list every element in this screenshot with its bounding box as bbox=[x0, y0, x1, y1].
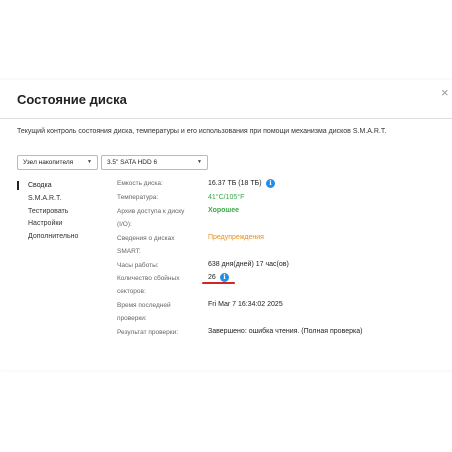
chevron-down-icon: ▼ bbox=[197, 159, 202, 165]
nav-item-smart[interactable]: S.M.A.R.T. bbox=[28, 195, 61, 202]
bad-sectors-value: 26 bbox=[208, 274, 216, 281]
nav-active-indicator bbox=[17, 181, 19, 190]
chevron-down-icon: ▼ bbox=[87, 159, 92, 165]
bad-sectors-info-icon[interactable]: i bbox=[220, 273, 229, 282]
hours-value: 638 дня(дней) 17 час(ов) bbox=[208, 261, 289, 268]
storage-node-select[interactable]: Узел накопителя ▼ bbox=[17, 155, 98, 170]
capacity-label: Емкость диска: bbox=[117, 180, 163, 187]
smart-info-label-cont: SMART: bbox=[117, 248, 141, 255]
nav-item-settings[interactable]: Настройки bbox=[28, 220, 62, 227]
capacity-value: 16.37 ТБ (18 ТБ) bbox=[208, 180, 262, 187]
bad-sectors-label-cont: секторов: bbox=[117, 288, 146, 295]
nav-item-test[interactable]: Тестировать bbox=[28, 208, 68, 215]
temperature-value: 41°C/105°F bbox=[208, 194, 245, 201]
io-archive-label-cont: (I/O): bbox=[117, 221, 132, 228]
storage-node-select-value: Узел накопителя bbox=[23, 159, 74, 166]
dialog-header: Состояние диска × bbox=[0, 80, 452, 119]
last-check-value: Fri Mar 7 16:34:02 2025 bbox=[208, 301, 283, 308]
io-archive-value: Хорошее bbox=[208, 207, 240, 214]
capacity-info-icon[interactable]: i bbox=[266, 179, 275, 188]
smart-info-label: Сведения о дисках bbox=[117, 235, 175, 242]
hours-label: Часы работы: bbox=[117, 262, 159, 269]
last-check-label: Время последней bbox=[117, 302, 171, 309]
bad-sectors-label: Количество сбойных bbox=[117, 275, 180, 282]
disk-select[interactable]: 3.5" SATA HDD 6 ▼ bbox=[101, 155, 208, 170]
dialog-title: Состояние диска bbox=[17, 92, 127, 107]
last-check-label-cont: проверки: bbox=[117, 315, 147, 322]
result-label: Результат проверки: bbox=[117, 329, 179, 336]
nav-item-summary[interactable]: Сводка bbox=[28, 182, 52, 189]
io-archive-label: Архив доступа к диску bbox=[117, 208, 185, 215]
disk-status-dialog bbox=[0, 80, 452, 370]
dialog-description: Текущий контроль состояния диска, темпер… bbox=[17, 128, 387, 135]
nav-item-advanced[interactable]: Дополнительно bbox=[28, 233, 78, 240]
smart-info-value: Предупреждения bbox=[208, 234, 264, 241]
temperature-label: Температура: bbox=[117, 194, 159, 201]
close-icon[interactable]: × bbox=[441, 86, 449, 99]
disk-select-value: 3.5" SATA HDD 6 bbox=[107, 159, 158, 166]
result-value: Завершено: ошибка чтения. (Полная провер… bbox=[208, 328, 363, 335]
bad-sectors-highlight bbox=[202, 282, 235, 284]
